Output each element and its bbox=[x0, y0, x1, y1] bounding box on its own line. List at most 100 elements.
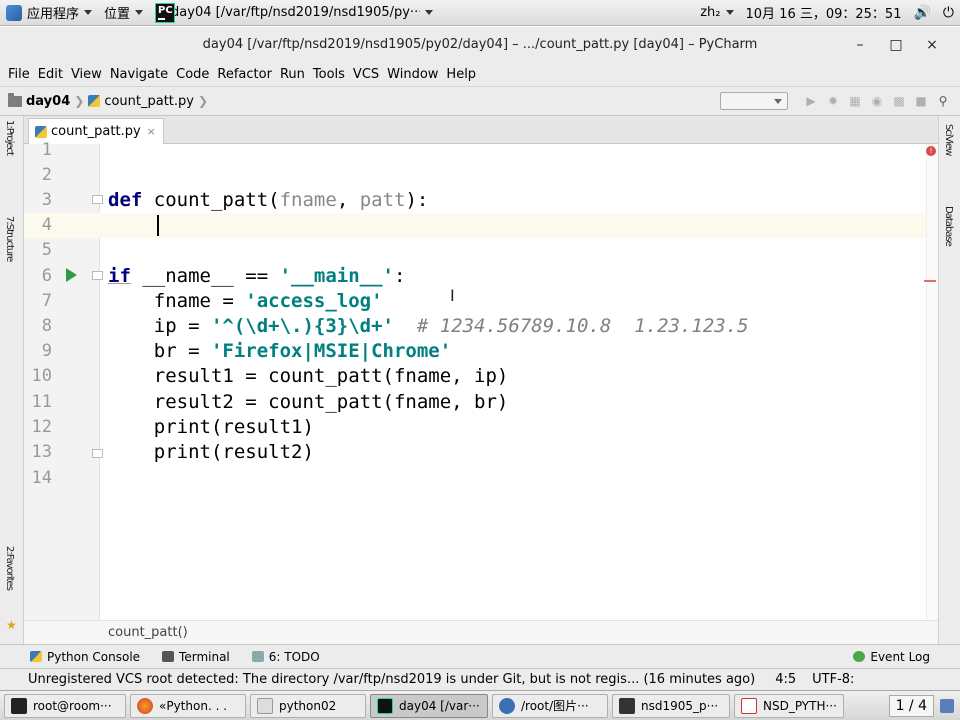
task-python02[interactable]: python02 bbox=[250, 693, 366, 718]
file-encoding[interactable]: UTF-8: bbox=[812, 672, 854, 687]
task-label: python02 bbox=[279, 698, 337, 713]
fold-marker[interactable] bbox=[92, 449, 103, 458]
ibeam-cursor-icon: I bbox=[450, 286, 455, 305]
editor-breadcrumb: count_patt() bbox=[24, 620, 938, 644]
task-label: day04 [/var··· bbox=[399, 698, 480, 713]
applications-menu[interactable]: 应用程序 bbox=[0, 0, 98, 26]
database-tool-tab[interactable]: Database bbox=[943, 206, 954, 246]
parameter: patt bbox=[359, 189, 406, 211]
chevron-down-icon bbox=[135, 10, 144, 15]
menu-refactor[interactable]: Refactor bbox=[213, 67, 276, 82]
input-method-menu[interactable]: zh₂ bbox=[694, 0, 739, 26]
line-number: 2 bbox=[41, 165, 52, 185]
menu-edit[interactable]: Edit bbox=[34, 67, 67, 82]
line-number: 11 bbox=[31, 392, 52, 412]
chevron-right-icon: ❯ bbox=[74, 94, 85, 108]
parameter: fname bbox=[279, 189, 337, 211]
menu-file[interactable]: File bbox=[4, 67, 34, 82]
task-label: root@room··· bbox=[33, 698, 112, 713]
profile-icon[interactable]: ◉ bbox=[866, 91, 888, 111]
menu-code[interactable]: Code bbox=[172, 67, 213, 82]
menu-tools[interactable]: Tools bbox=[309, 67, 349, 82]
string-literal: '^(\d+\.){3}\d+' bbox=[210, 315, 394, 337]
clock-label: 10月 16 三，09：25：51 bbox=[745, 7, 902, 22]
task-terminal[interactable]: root@room··· bbox=[4, 693, 126, 718]
places-menu[interactable]: 位置 bbox=[98, 0, 149, 26]
search-icon[interactable]: ⚲ bbox=[932, 91, 954, 111]
error-indicator-icon[interactable]: ! bbox=[926, 146, 936, 156]
folder-icon bbox=[8, 92, 22, 107]
event-log-button[interactable]: Event Log bbox=[853, 650, 930, 664]
nav-project[interactable]: day04 bbox=[26, 94, 70, 109]
stop-icon[interactable]: ■ bbox=[910, 91, 932, 111]
status-bar: Unregistered VCS root detected: The dire… bbox=[0, 668, 960, 690]
status-message[interactable]: Unregistered VCS root detected: The dire… bbox=[0, 672, 755, 687]
code-line: ip = '^(\d+\.){3}\d+' # 1234.56789.10.8 … bbox=[108, 314, 749, 339]
menu-bar: File Edit View Navigate Code Refactor Ru… bbox=[0, 62, 960, 86]
line-number: 6 bbox=[41, 266, 52, 286]
clock[interactable]: 10月 16 三，09：25：51 bbox=[740, 0, 908, 26]
task-image-viewer[interactable]: nsd1905_p··· bbox=[612, 693, 730, 718]
line-number: 12 bbox=[31, 417, 52, 437]
fold-marker[interactable] bbox=[92, 195, 103, 204]
code-text: ): bbox=[405, 189, 429, 211]
close-tab-icon[interactable]: × bbox=[147, 125, 156, 138]
input-method-label: zh₂ bbox=[700, 5, 721, 20]
structure-tool-tab[interactable]: 7:Structure bbox=[4, 216, 15, 261]
run-gutter-icon[interactable] bbox=[66, 268, 77, 282]
error-stripe[interactable] bbox=[926, 144, 938, 620]
code-text: br = bbox=[108, 340, 211, 362]
string-literal: 'access_log' bbox=[245, 290, 383, 312]
terminal-button[interactable]: Terminal bbox=[162, 650, 230, 664]
menu-help[interactable]: Help bbox=[442, 67, 480, 82]
menu-run[interactable]: Run bbox=[276, 67, 309, 82]
caret-position[interactable]: 4:5 bbox=[775, 672, 796, 687]
workspace-switcher[interactable]: 1 / 4 bbox=[888, 694, 954, 717]
folder-icon bbox=[499, 697, 515, 714]
editor-tab-bar: count_patt.py × bbox=[24, 116, 938, 144]
menu-window[interactable]: Window bbox=[383, 67, 442, 82]
error-marker[interactable] bbox=[924, 280, 936, 282]
nav-file[interactable]: count_patt.py bbox=[104, 94, 194, 109]
current-line-highlight bbox=[100, 213, 926, 238]
code-text: __name__ == bbox=[130, 265, 280, 287]
favorites-tool-tab[interactable]: 2:Favorites bbox=[4, 546, 15, 590]
todo-label: 6: TODO bbox=[268, 649, 320, 664]
active-window-menu[interactable]: PC day04 [/var/ftp/nsd2019/nsd1905/py··· bbox=[149, 0, 439, 26]
menu-view[interactable]: View bbox=[67, 67, 106, 82]
navigation-bar: day04 ❯ count_patt.py ❯ ▶ ✸ ▦ ◉ ▩ ■ ⚲ bbox=[0, 86, 960, 116]
applications-label: 应用程序 bbox=[27, 7, 80, 22]
code-line: br = 'Firefox|MSIE|Chrome' bbox=[108, 339, 451, 364]
keyword: if bbox=[108, 265, 131, 287]
menu-vcs[interactable]: VCS bbox=[349, 67, 383, 82]
code-text: : bbox=[394, 265, 406, 287]
coverage-icon[interactable]: ▦ bbox=[844, 91, 866, 111]
sciview-tool-tab[interactable]: SciView bbox=[943, 124, 954, 155]
document-icon bbox=[741, 697, 757, 714]
breadcrumb-function[interactable]: count_patt() bbox=[108, 625, 188, 640]
run-configuration-select[interactable] bbox=[720, 92, 788, 110]
power-icon[interactable]: ⏻ bbox=[943, 5, 954, 21]
close-button[interactable]: × bbox=[914, 37, 950, 53]
task-nsd-python[interactable]: NSD_PYTH··· bbox=[734, 693, 844, 718]
task-label: /root/图片··· bbox=[521, 699, 589, 713]
task-pycharm[interactable]: day04 [/var··· bbox=[370, 693, 488, 718]
window-titlebar: day04 [/var/ftp/nsd2019/nsd1905/py02/day… bbox=[0, 27, 960, 62]
minimize-button[interactable]: – bbox=[842, 37, 878, 53]
task-firefox[interactable]: «Python. . . bbox=[130, 693, 246, 718]
fold-marker[interactable] bbox=[92, 271, 103, 280]
image-icon bbox=[619, 697, 635, 714]
run-icon[interactable]: ▶ bbox=[800, 91, 822, 111]
volume-icon[interactable]: 🔊 bbox=[913, 5, 930, 21]
debug-icon[interactable]: ✸ bbox=[822, 91, 844, 111]
task-image-folder[interactable]: /root/图片··· bbox=[492, 693, 608, 718]
string-literal: 'Firefox|MSIE|Chrome' bbox=[210, 340, 452, 362]
project-tool-tab[interactable]: 1:Project bbox=[4, 120, 15, 155]
tool-window-bar: Python Console Terminal 6: TODO Event Lo… bbox=[0, 644, 960, 668]
python-console-button[interactable]: Python Console bbox=[30, 650, 140, 664]
applications-icon bbox=[6, 4, 22, 21]
menu-navigate[interactable]: Navigate bbox=[106, 67, 172, 82]
concurrency-icon[interactable]: ▩ bbox=[888, 91, 910, 111]
todo-button[interactable]: 6: TODO bbox=[251, 649, 320, 664]
maximize-button[interactable]: □ bbox=[878, 37, 914, 53]
